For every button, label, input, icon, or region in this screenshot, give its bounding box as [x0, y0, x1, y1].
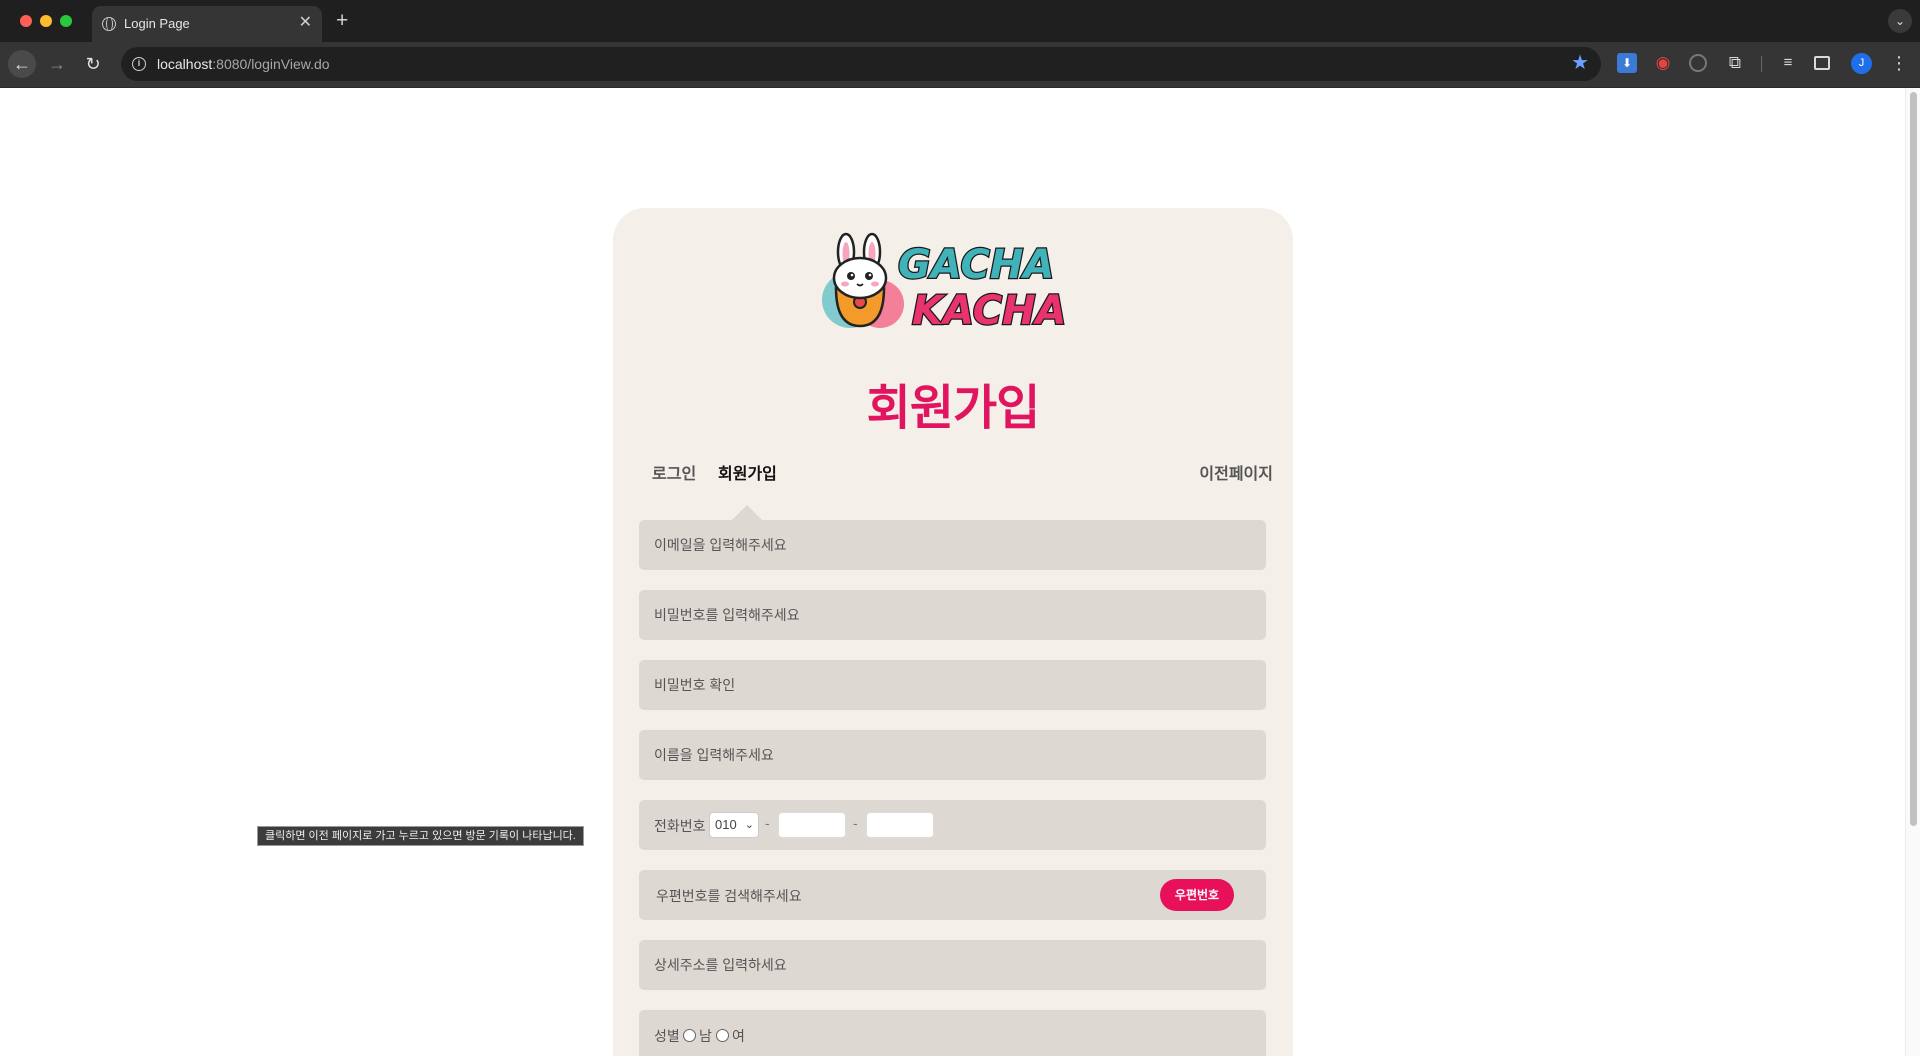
phone-middle-input[interactable]	[778, 812, 846, 838]
url-text: localhost:8080/loginView.do	[157, 56, 330, 72]
tab-login[interactable]: 로그인	[652, 460, 696, 484]
password-confirm-field	[639, 660, 1266, 710]
profile-avatar[interactable]: J	[1851, 53, 1872, 74]
zipcode-placeholder[interactable]: 우편번호를 검색해주세요	[656, 886, 802, 906]
more-menu-icon[interactable]: ⋮	[1890, 51, 1908, 75]
gender-label: 성별	[654, 1028, 680, 1044]
site-info-icon[interactable]: i	[132, 57, 146, 71]
phone-separator: -	[853, 815, 858, 831]
loading-extension-icon[interactable]	[1689, 54, 1707, 72]
toolbar-divider	[1761, 56, 1762, 72]
gender-male-label: 남	[699, 1028, 712, 1044]
tab-title: Login Page	[124, 16, 190, 31]
logo-text-kacha: KACHA	[912, 288, 1067, 332]
phone-prefix-select[interactable]: 010 ⌄	[709, 812, 759, 838]
phone-prefix-value: 010	[715, 817, 737, 832]
signup-card: GACHA KACHA 회원가입 로그인 회원가입 이전페이지 전화번호 010…	[613, 208, 1293, 1056]
back-button-tooltip: 클릭하면 이전 페이지로 가고 누르고 있으면 방문 기록이 나타납니다.	[257, 826, 584, 846]
zipcode-search-button[interactable]: 우편번호	[1160, 879, 1234, 911]
address-field	[639, 940, 1266, 990]
gender-field: 성별 남 여	[639, 1010, 1266, 1056]
bookmark-star-icon[interactable]: ★	[1571, 52, 1589, 74]
globe-icon	[102, 16, 116, 31]
maximize-window-button[interactable]	[60, 15, 72, 27]
address-input[interactable]	[639, 940, 1266, 990]
active-tab-indicator	[732, 505, 762, 520]
phone-last-input[interactable]	[866, 812, 934, 838]
page-viewport: GACHA KACHA 회원가입 로그인 회원가입 이전페이지 전화번호 010…	[0, 88, 1920, 1056]
close-window-button[interactable]	[20, 15, 32, 27]
email-field	[639, 520, 1266, 570]
tab-search-button[interactable]: ⌄	[1888, 9, 1912, 33]
download-extension-icon[interactable]: ⬇	[1617, 53, 1637, 73]
new-tab-button[interactable]: +	[336, 9, 348, 33]
close-tab-icon[interactable]: ✕	[299, 14, 312, 32]
gachakacha-logo: GACHA KACHA	[822, 232, 1068, 332]
browser-tab-active[interactable]: Login Page ✕	[92, 6, 322, 42]
extensions-puzzle-icon[interactable]: ⧉	[1725, 53, 1745, 73]
name-input[interactable]	[639, 730, 1266, 780]
phone-field: 전화번호 010 ⌄ - -	[639, 800, 1266, 850]
name-field	[639, 730, 1266, 780]
address-bar[interactable]: i localhost:8080/loginView.do ★	[121, 47, 1601, 81]
logo-text-gacha: GACHA	[898, 242, 1054, 288]
chevron-down-icon: ⌄	[744, 819, 754, 831]
minimize-window-button[interactable]	[40, 15, 52, 27]
auth-tabs: 로그인 회원가입 이전페이지	[613, 460, 1293, 490]
previous-page-link[interactable]: 이전페이지	[1199, 460, 1273, 484]
browser-toolbar: ← → ↻ i localhost:8080/loginView.do ★ ⬇ …	[0, 42, 1920, 88]
gender-female-label: 여	[732, 1028, 745, 1044]
phone-label: 전화번호	[654, 818, 706, 834]
forward-button[interactable]: →	[43, 50, 71, 78]
gender-male-radio[interactable]	[683, 1029, 696, 1042]
reading-list-icon[interactable]: ≡	[1778, 53, 1798, 73]
password-confirm-input[interactable]	[639, 660, 1266, 710]
password-field	[639, 590, 1266, 640]
gender-female-radio[interactable]	[716, 1029, 729, 1042]
back-button[interactable]: ←	[8, 50, 36, 78]
scrollbar-thumb[interactable]	[1910, 92, 1917, 826]
email-input[interactable]	[639, 520, 1266, 570]
tab-signup[interactable]: 회원가입	[718, 460, 777, 484]
page-scrollbar[interactable]	[1905, 88, 1920, 1056]
reload-button[interactable]: ↻	[79, 50, 107, 78]
phone-separator: -	[765, 815, 770, 831]
side-panel-icon[interactable]	[1814, 56, 1830, 70]
zipcode-field: 우편번호를 검색해주세요 우편번호	[639, 870, 1266, 920]
password-input[interactable]	[639, 590, 1266, 640]
browser-tab-strip: Login Page ✕ + ⌄	[0, 0, 1920, 42]
camera-extension-icon[interactable]: ◉	[1653, 53, 1673, 73]
page-title: 회원가입	[866, 382, 1041, 435]
